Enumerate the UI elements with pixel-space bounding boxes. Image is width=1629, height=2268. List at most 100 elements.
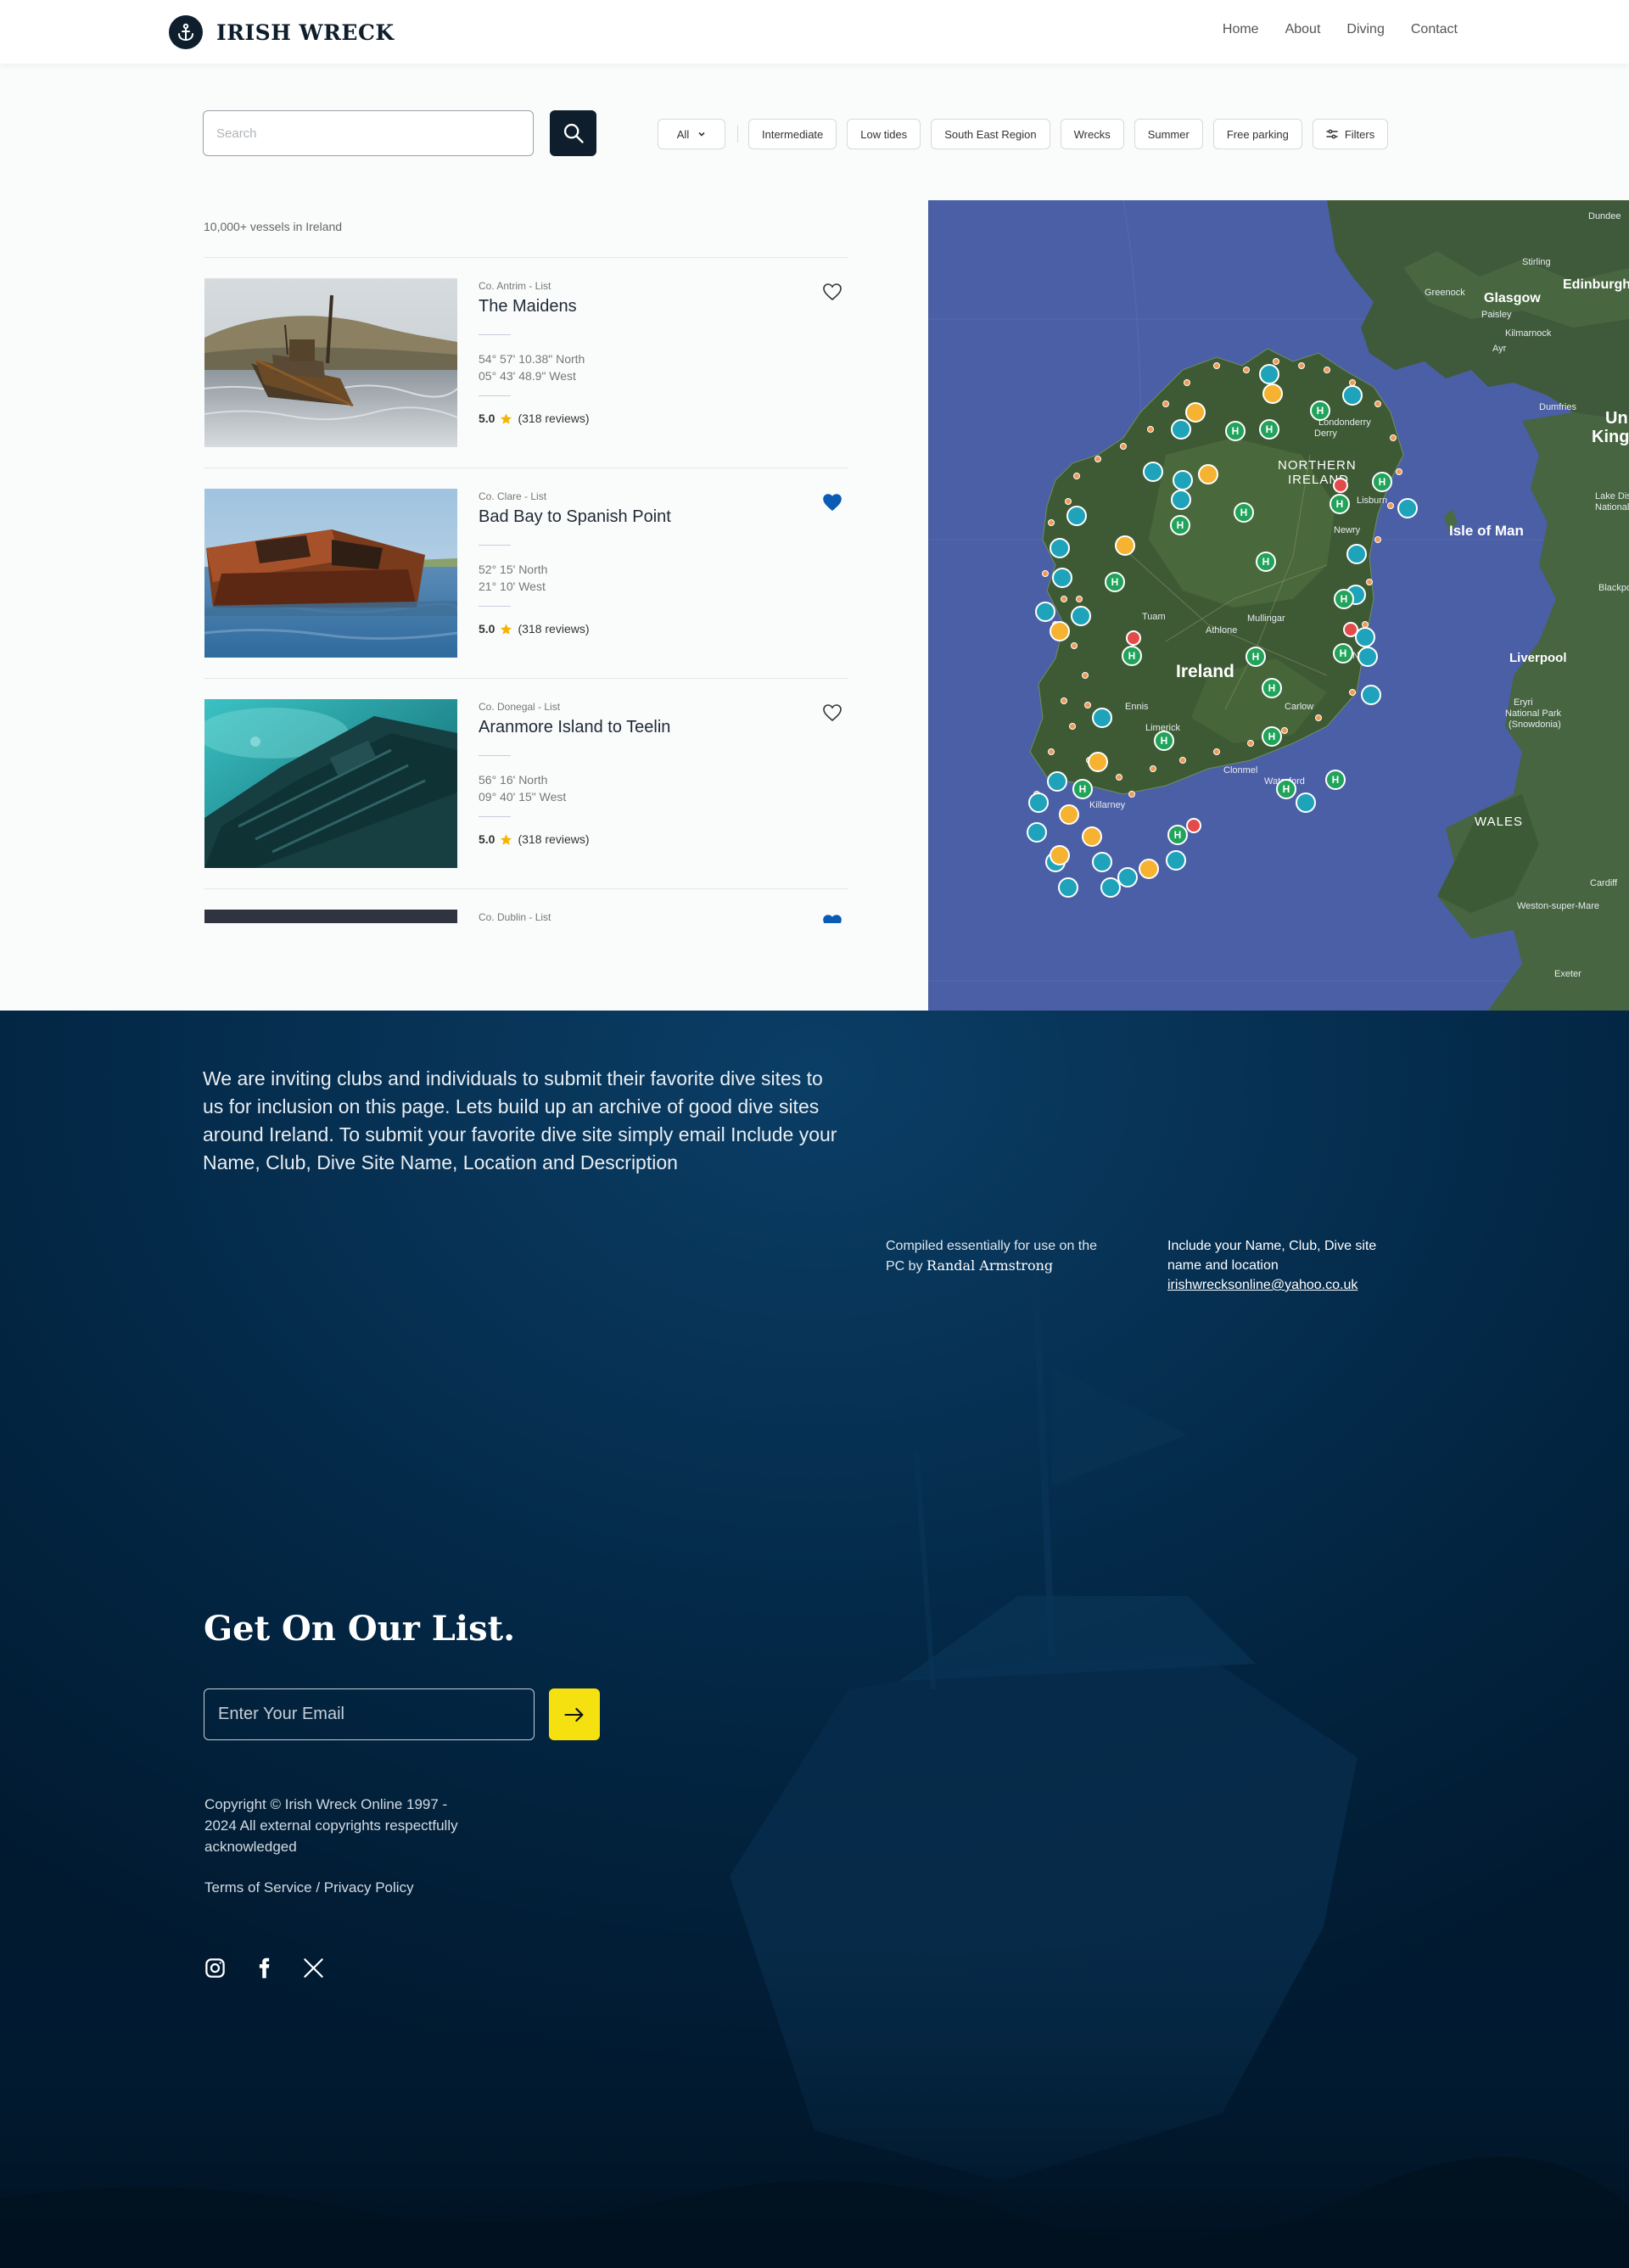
list-item[interactable]: Co. Antrim - List The Maidens 54° 57' 10… (204, 257, 848, 468)
chevron-down-icon (698, 132, 705, 137)
svg-text:H: H (1161, 735, 1168, 747)
svg-text:H: H (1332, 774, 1340, 786)
svg-text:H: H (1340, 647, 1347, 659)
item-title[interactable]: Aranmore Island to Teelin (479, 718, 670, 737)
instagram-icon[interactable] (204, 1957, 227, 1980)
rating-score: 5.0 (479, 832, 495, 846)
search-button[interactable] (550, 110, 596, 156)
rating-reviews: (318 reviews) (518, 832, 590, 846)
item-rating: 5.0 (318 reviews) (479, 622, 590, 636)
favorite-heart-icon[interactable] (822, 493, 842, 512)
newsletter-submit-button[interactable] (549, 1688, 600, 1740)
map-label-uk: Un (1605, 409, 1628, 428)
copyright-text: Copyright © Irish Wreck Online 1997 - 20… (204, 1796, 458, 1855)
svg-text:H: H (1128, 650, 1136, 662)
legal-separator: / (311, 1879, 324, 1896)
nav-about[interactable]: About (1285, 22, 1321, 37)
rating-reviews: (318 reviews) (518, 412, 590, 425)
contact-email-link[interactable]: irishwrecksonline@yahoo.co.uk (1167, 1275, 1397, 1295)
facebook-icon[interactable] (253, 1957, 276, 1980)
svg-text:H: H (1379, 476, 1386, 488)
rating-score: 5.0 (479, 622, 495, 636)
filters-label: Filters (1344, 127, 1375, 141)
nav-home[interactable]: Home (1223, 22, 1259, 37)
svg-text:Stirling: Stirling (1522, 257, 1551, 267)
item-longitude: 09° 40' 15" West (479, 790, 567, 804)
wreck-photo-maidens[interactable] (204, 278, 457, 447)
map-label-uk-2: King (1592, 428, 1629, 446)
filter-chip-low-tides[interactable]: Low tides (847, 119, 921, 149)
svg-text:Tuam: Tuam (1142, 612, 1166, 622)
svg-text:Eryri: Eryri (1514, 697, 1533, 708)
search-input[interactable] (203, 110, 534, 156)
site-header: IRISH WRECK Home About Diving Contact (0, 0, 1629, 64)
newsletter-email-input[interactable] (204, 1688, 535, 1740)
include-text: Include your Name, Club, Dive site name … (1167, 1239, 1377, 1273)
main-nav: Home About Diving Contact (1223, 22, 1458, 37)
svg-text:Dumfries: Dumfries (1539, 402, 1577, 412)
footer-section: We are inviting clubs and individuals to… (0, 1011, 1629, 2268)
svg-text:H: H (1111, 576, 1119, 588)
brand-logo[interactable]: IRISH WRECK (169, 15, 395, 49)
map-label-northern-ireland: NORTHERN (1278, 458, 1357, 473)
svg-text:Lake District: Lake District (1595, 491, 1629, 501)
map-label-isle-of-man: Isle of Man (1449, 523, 1524, 539)
item-title[interactable]: The Maidens (479, 297, 577, 316)
list-item[interactable]: Co. Dublin - List (204, 888, 848, 923)
dive-site-map[interactable]: Ireland NORTHERN IRELAND Isle of Man WAL… (928, 200, 1629, 1011)
item-longitude: 05° 43' 48.9" West (479, 369, 576, 383)
favorite-heart-icon[interactable] (822, 703, 842, 722)
svg-text:H: H (1336, 498, 1344, 510)
svg-text:(Snowdonia): (Snowdonia) (1509, 720, 1561, 730)
svg-text:Exeter: Exeter (1554, 969, 1581, 979)
svg-text:Clonmel: Clonmel (1223, 765, 1257, 776)
svg-text:H: H (1266, 423, 1274, 435)
filter-bar: All Intermediate Low tides South East Re… (658, 119, 1398, 149)
filter-chip-free-parking[interactable]: Free parking (1212, 119, 1302, 149)
divider (479, 334, 511, 335)
svg-text:H: H (1079, 783, 1087, 795)
filter-divider (737, 126, 738, 143)
svg-text:Killarney: Killarney (1089, 800, 1126, 810)
svg-text:Newry: Newry (1334, 525, 1361, 535)
divider (479, 755, 511, 756)
list-item[interactable]: Co. Clare - List Bad Bay to Spanish Poin… (204, 468, 848, 678)
wreck-photo-aranmore[interactable] (204, 699, 457, 868)
newsletter-title: Get On Our List. (204, 1609, 516, 1649)
nav-diving[interactable]: Diving (1346, 22, 1384, 37)
svg-text:Greenock: Greenock (1425, 288, 1465, 298)
vessel-count: 10,000+ vessels in Ireland (204, 220, 343, 233)
anchor-icon (169, 15, 203, 49)
list-item[interactable]: Co. Donegal - List Aranmore Island to Te… (204, 678, 848, 888)
star-icon (501, 412, 512, 424)
filters-button[interactable]: Filters (1312, 119, 1389, 149)
favorite-heart-icon[interactable] (822, 914, 842, 923)
wreck-photo-bad-bay[interactable] (204, 489, 457, 658)
svg-text:Dundee: Dundee (1588, 211, 1621, 221)
terms-link[interactable]: Terms of Service (204, 1879, 312, 1896)
filter-chip-south-east-region[interactable]: South East Region (931, 119, 1050, 149)
svg-text:H: H (1341, 593, 1348, 605)
privacy-link[interactable]: Privacy Policy (324, 1879, 414, 1896)
svg-text:National Park: National Park (1595, 502, 1629, 512)
svg-text:Derry: Derry (1314, 428, 1337, 439)
item-rating: 5.0 (318 reviews) (479, 832, 590, 846)
author-name: Randal Armstrong (926, 1257, 1054, 1274)
divider (479, 816, 511, 817)
x-twitter-icon[interactable] (302, 1957, 325, 1980)
filter-chip-intermediate[interactable]: Intermediate (748, 119, 837, 149)
item-title[interactable]: Bad Bay to Spanish Point (479, 507, 671, 527)
sliders-icon (1326, 129, 1338, 139)
favorite-heart-icon[interactable] (822, 283, 842, 301)
svg-text:Paisley: Paisley (1481, 310, 1512, 320)
svg-text:H: H (1317, 405, 1324, 417)
item-location: Co. Antrim - List (479, 280, 551, 292)
filter-all-dropdown[interactable]: All (658, 119, 725, 149)
wreck-photo-dublin[interactable] (204, 910, 457, 923)
filter-chip-summer[interactable]: Summer (1134, 119, 1203, 149)
social-links (204, 1957, 325, 1980)
svg-text:Carlow: Carlow (1285, 702, 1313, 712)
filter-chip-wrecks[interactable]: Wrecks (1060, 119, 1124, 149)
svg-text:H: H (1262, 556, 1270, 568)
nav-contact[interactable]: Contact (1411, 22, 1458, 37)
